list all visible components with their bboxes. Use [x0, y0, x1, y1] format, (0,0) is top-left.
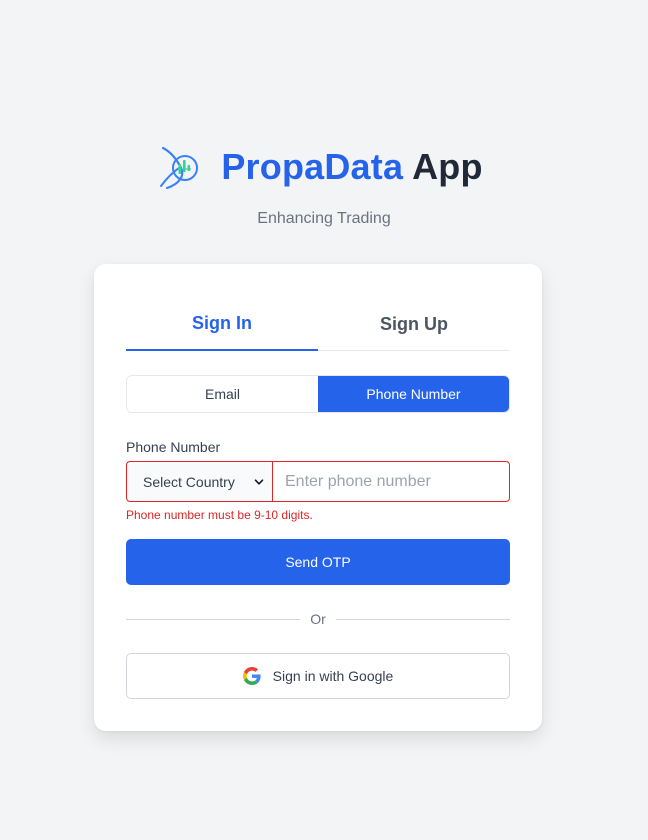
- google-button-label: Sign in with Google: [272, 668, 394, 684]
- auth-tabs: Sign In Sign Up: [126, 300, 510, 351]
- auth-card: Sign In Sign Up Email Phone Number Phone…: [94, 264, 542, 731]
- phone-number-label: Phone Number: [126, 439, 221, 455]
- phone-method-button[interactable]: Phone Number: [318, 376, 509, 412]
- divider-line-right: [335, 618, 510, 620]
- app-header: PropaData App: [0, 143, 648, 191]
- app-tagline: Enhancing Trading: [257, 210, 391, 227]
- send-otp-button[interactable]: Send OTP: [126, 539, 510, 585]
- or-divider: Or: [126, 610, 510, 628]
- app-title: PropaData App: [221, 143, 482, 191]
- tab-sign-in[interactable]: Sign In: [126, 300, 318, 351]
- propadata-logo-icon: [160, 146, 199, 190]
- country-select-value: Select Country: [143, 473, 235, 490]
- email-method-button[interactable]: Email: [127, 376, 318, 412]
- phone-number-input[interactable]: [273, 461, 510, 502]
- app-title-suffix: App: [412, 146, 483, 187]
- phone-input-row: Select Country: [126, 461, 510, 502]
- app-title-brand: PropaData: [221, 146, 404, 187]
- chevron-down-icon: [254, 478, 264, 485]
- phone-error-message: Phone number must be 9-10 digits.: [126, 508, 313, 522]
- tab-sign-up[interactable]: Sign Up: [318, 300, 510, 350]
- google-sign-in-button[interactable]: Sign in with Google: [126, 653, 510, 699]
- divider-line-left: [126, 618, 301, 620]
- country-select[interactable]: Select Country: [126, 461, 273, 502]
- google-icon: [242, 667, 261, 685]
- login-method-toggle: Email Phone Number: [126, 375, 510, 413]
- divider-label: Or: [310, 611, 326, 627]
